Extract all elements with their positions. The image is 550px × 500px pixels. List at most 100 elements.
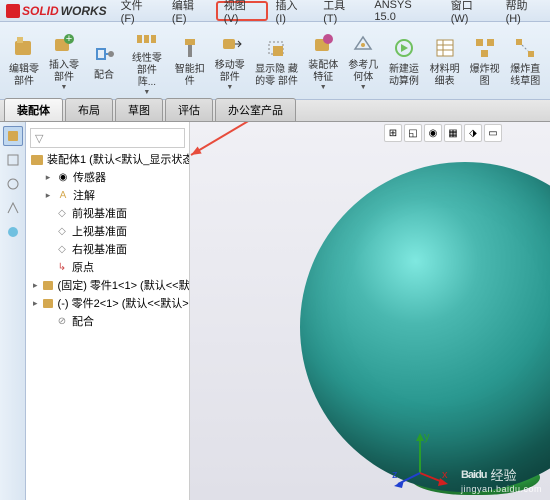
- menu-view[interactable]: 视图(V): [216, 1, 268, 21]
- property-manager-tab-icon[interactable]: [3, 150, 23, 170]
- ribbon-explode-line[interactable]: 爆炸直 线草图: [505, 24, 546, 97]
- tree-part2[interactable]: ▸ (-) 零件2<1> (默认<<默认>: [28, 294, 187, 312]
- tree-annotations[interactable]: ▸ A 注解: [28, 186, 187, 204]
- ribbon-smart-fastener[interactable]: 智能扣 件: [170, 24, 210, 97]
- ribbon-new-motion[interactable]: 新建运 动算例: [383, 24, 424, 97]
- ribbon-show-hide[interactable]: 显示隐 藏的零 部件: [250, 24, 303, 97]
- display-manager-tab-icon[interactable]: [3, 222, 23, 242]
- ribbon-move-part[interactable]: 移动零 部件 ▼: [210, 24, 250, 97]
- watermark-brand: Baidu: [461, 469, 487, 481]
- watermark-suffix: 经验: [491, 465, 517, 484]
- insert-part-icon: +: [50, 30, 78, 58]
- tree-front-plane-label: 前视基准面: [72, 205, 127, 221]
- menu-ansys[interactable]: ANSYS 15.0: [366, 0, 442, 22]
- tree-annotations-label: 注解: [73, 187, 95, 203]
- viewport-toolbar: ⊞ ◱ ◉ ▦ ⬗ ▭: [384, 124, 502, 144]
- vp-tool-3[interactable]: ◉: [424, 124, 442, 142]
- origin-icon: ↳: [55, 260, 69, 274]
- tree-origin[interactable]: ↳ 原点: [28, 258, 187, 276]
- ribbon-linear-pattern[interactable]: 线性零 部件阵... ▼: [124, 24, 170, 97]
- config-manager-tab-icon[interactable]: [3, 174, 23, 194]
- sensor-icon: ◉: [56, 170, 70, 184]
- ribbon-assembly-feature[interactable]: 装配体 特征 ▼: [303, 24, 343, 97]
- coordinate-axes-triad: y x z: [390, 428, 450, 488]
- feature-tree-tab-icon[interactable]: [3, 126, 23, 146]
- tab-office[interactable]: 办公室产品: [215, 98, 296, 121]
- tab-sketch[interactable]: 草图: [115, 98, 163, 121]
- ribbon-bom[interactable]: 材料明 细表: [425, 24, 465, 97]
- logo-text-1: SOLID: [22, 4, 59, 18]
- watermark-url: jingyan.baidu.com: [461, 484, 542, 494]
- menu-help[interactable]: 帮助(H): [498, 0, 550, 22]
- 3d-viewport[interactable]: ⊞ ◱ ◉ ▦ ⬗ ▭ y x z: [190, 122, 550, 500]
- expand-icon[interactable]: ▸: [43, 172, 53, 183]
- tree-mates[interactable]: ⊘ 配合: [28, 312, 187, 330]
- tab-evaluate[interactable]: 评估: [165, 98, 213, 121]
- assembly-feature-icon: [309, 30, 337, 58]
- chevron-down-icon: ▼: [360, 84, 367, 91]
- vp-tool-5[interactable]: ⬗: [464, 124, 482, 142]
- expand-icon[interactable]: ▸: [43, 190, 53, 201]
- bom-icon: [431, 34, 459, 62]
- solidworks-icon: [6, 4, 20, 18]
- menu-insert[interactable]: 插入(I): [268, 0, 316, 22]
- edit-part-icon: [10, 34, 38, 62]
- plane-icon: ◇: [55, 242, 69, 256]
- tree-sensors[interactable]: ▸ ◉ 传感器: [28, 168, 187, 186]
- tree-front-plane[interactable]: ◇ 前视基准面: [28, 204, 187, 222]
- vp-tool-2[interactable]: ◱: [404, 124, 422, 142]
- vp-tool-4[interactable]: ▦: [444, 124, 462, 142]
- ribbon-explode-view[interactable]: 爆炸视 图: [465, 24, 505, 97]
- mates-folder-icon: ⊘: [55, 314, 69, 328]
- chevron-down-icon: ▼: [226, 84, 233, 91]
- menu-tools[interactable]: 工具(T): [315, 0, 366, 22]
- vp-tool-1[interactable]: ⊞: [384, 124, 402, 142]
- expand-icon[interactable]: ▸: [33, 298, 38, 309]
- tree-root-label: 装配体1 (默认<默认_显示状态-1: [47, 151, 189, 167]
- menu-window[interactable]: 窗口(W): [443, 0, 498, 22]
- smart-fastener-icon: [176, 34, 204, 62]
- mate-icon: [90, 40, 118, 68]
- assembly-icon: [30, 152, 44, 166]
- tree-root-assembly[interactable]: 装配体1 (默认<默认_显示状态-1: [28, 150, 187, 168]
- explode-view-icon: [471, 34, 499, 62]
- expand-icon[interactable]: ▸: [33, 280, 38, 291]
- menu-edit[interactable]: 编辑(E): [164, 0, 216, 22]
- tree-right-plane[interactable]: ◇ 右视基准面: [28, 240, 187, 258]
- ribbon-explode-line-label: 爆炸直 线草图: [509, 64, 542, 88]
- tree-part1[interactable]: ▸ (固定) 零件1<1> (默认<<默认: [28, 276, 187, 294]
- watermark: Baidu 经验 jingyan.baidu.com: [461, 465, 542, 494]
- tree-part1-label: (固定) 零件1<1> (默认<<默认: [58, 277, 189, 293]
- part-icon: [41, 296, 55, 310]
- vp-tool-6[interactable]: ▭: [484, 124, 502, 142]
- ribbon-ref-geometry[interactable]: 参考几 何体 ▼: [343, 24, 383, 97]
- menubar: SOLIDWORKS 文件(F) 编辑(E) 视图(V) 插入(I) 工具(T)…: [0, 0, 550, 22]
- menu-file[interactable]: 文件(F): [113, 0, 164, 22]
- tab-layout[interactable]: 布局: [65, 98, 113, 121]
- ribbon-mate[interactable]: 配合: [84, 24, 124, 97]
- logo-text-2: WORKS: [61, 4, 107, 18]
- tree-filter-input[interactable]: ▽: [30, 128, 185, 148]
- svg-text:z: z: [392, 469, 398, 481]
- ribbon-ref-geometry-label: 参考几 何体: [347, 60, 379, 84]
- filter-icon: ▽: [35, 132, 43, 145]
- ribbon-edit-part[interactable]: 编辑零 部件: [4, 24, 44, 97]
- part-icon: [41, 278, 55, 292]
- chevron-down-icon: ▼: [61, 84, 68, 91]
- feature-tree: ▽ 装配体1 (默认<默认_显示状态-1 ▸ ◉ 传感器 ▸ A 注解: [26, 122, 189, 500]
- explode-line-icon: [511, 34, 539, 62]
- ribbon-insert-part[interactable]: + 插入零 部件 ▼: [44, 24, 84, 97]
- main-area: ▽ 装配体1 (默认<默认_显示状态-1 ▸ ◉ 传感器 ▸ A 注解: [0, 122, 550, 500]
- dimxpert-tab-icon[interactable]: [3, 198, 23, 218]
- tab-assembly[interactable]: 装配体: [4, 98, 63, 121]
- tree-top-plane[interactable]: ◇ 上视基准面: [28, 222, 187, 240]
- sidebar-body: ▽ 装配体1 (默认<默认_显示状态-1 ▸ ◉ 传感器 ▸ A 注解: [0, 122, 189, 500]
- ribbon-move-part-label: 移动零 部件: [214, 60, 246, 84]
- chevron-down-icon: ▼: [320, 84, 327, 91]
- command-tabs: 装配体 布局 草图 评估 办公室产品: [0, 100, 550, 122]
- tree-top-plane-label: 上视基准面: [72, 223, 127, 239]
- ribbon-mate-label: 配合: [94, 70, 114, 82]
- tree-mates-label: 配合: [72, 313, 94, 329]
- ribbon-assembly-feature-label: 装配体 特征: [307, 60, 339, 84]
- show-hide-icon: [263, 34, 291, 62]
